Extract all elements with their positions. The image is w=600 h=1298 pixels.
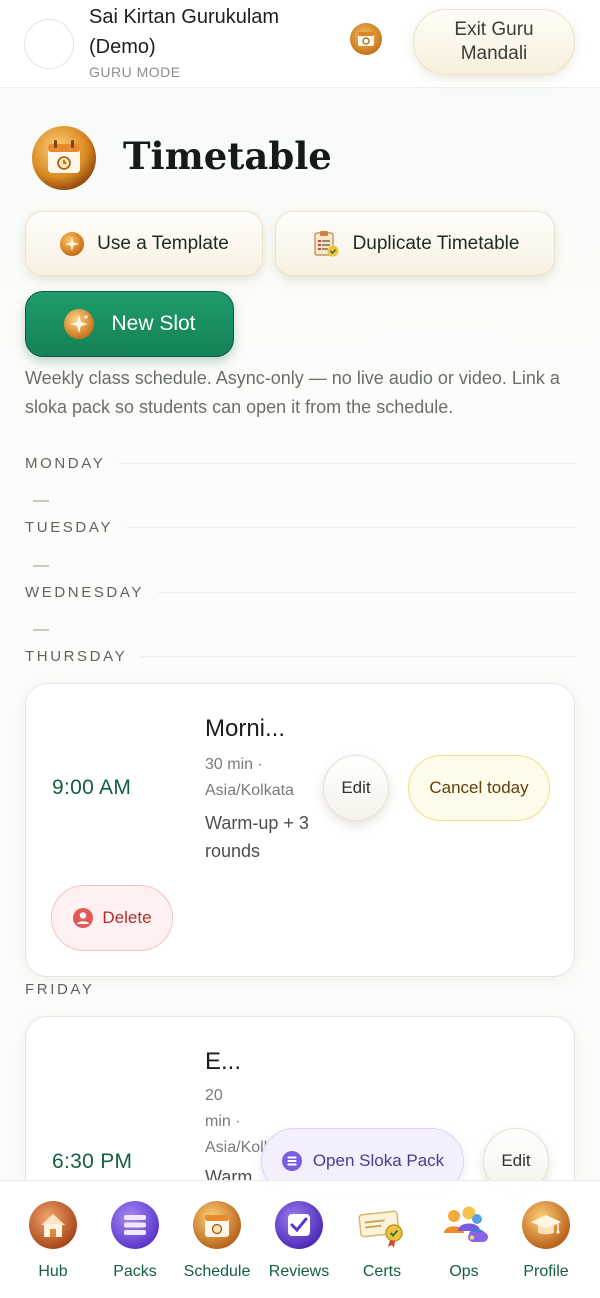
new-slot-button[interactable]: New Slot — [25, 291, 234, 357]
nav-label: Hub — [38, 1263, 68, 1280]
top-header: Sai Kirtan Gurukulam (Demo) GURU MODE Ex… — [0, 0, 600, 88]
slot-duration-unit: min · — [205, 1113, 241, 1130]
slot-time: 9:00 AM — [52, 776, 132, 799]
calendar-icon — [193, 1201, 241, 1249]
bottom-nav: Hub Packs Schedule Reviews Certs Ops Pro… — [0, 1180, 600, 1298]
stack-icon — [111, 1201, 159, 1249]
mode-label: GURU MODE — [89, 64, 181, 80]
nav-profile[interactable]: Profile — [505, 1181, 587, 1298]
empty-day-marker: — — [33, 492, 49, 509]
nav-label: Packs — [113, 1263, 157, 1280]
delete-label: Delete — [102, 908, 152, 927]
user-remove-icon — [73, 908, 94, 928]
calendar-icon[interactable] — [349, 22, 383, 56]
day-label: FRIDAY — [25, 981, 95, 998]
empty-day-marker: — — [33, 557, 49, 574]
page-description: Weekly class schedule. Async-only — no l… — [25, 368, 560, 417]
sparkle-icon — [64, 309, 95, 339]
divider — [141, 656, 575, 657]
delete-slot-button[interactable]: Delete — [51, 885, 173, 951]
day-header-friday: FRIDAY — [25, 981, 575, 998]
slot-card-thursday[interactable]: 9:00 AM Morni... 30 min · Asia/Kolkata W… — [25, 683, 575, 977]
book-stack-icon — [281, 1151, 302, 1171]
open-sloka-pack-label: Open Sloka Pack — [312, 1151, 445, 1170]
slot-title: E... — [205, 1048, 242, 1075]
slot-timezone: Asia/Kolkata — [205, 782, 294, 799]
duplicate-timetable-button[interactable]: Duplicate Timetable — [275, 211, 555, 276]
duplicate-timetable-label: Duplicate Timetable — [352, 232, 520, 254]
clipboard-check-icon — [313, 230, 339, 256]
nav-ops[interactable]: Ops — [423, 1181, 505, 1298]
sparkle-icon — [60, 231, 85, 256]
new-slot-label: New Slot — [111, 312, 196, 335]
slot-title: Morni... — [205, 715, 286, 742]
page-title: Timetable — [123, 134, 332, 178]
people-icon — [444, 1206, 488, 1242]
nav-label: Ops — [449, 1263, 479, 1280]
avatar[interactable] — [24, 19, 74, 69]
slot-timezone: Asia/Kolkata — [205, 1139, 267, 1156]
calendar-icon — [32, 126, 96, 190]
use-template-button[interactable]: Use a Template — [25, 211, 263, 276]
day-label: WEDNESDAY — [25, 584, 144, 601]
empty-day-marker: — — [33, 621, 49, 638]
nav-reviews[interactable]: Reviews — [258, 1181, 340, 1298]
use-template-label: Use a Template — [97, 232, 229, 254]
exit-guru-mandali-button[interactable]: Exit Guru Mandali — [413, 9, 575, 75]
certificate-icon — [358, 1210, 403, 1248]
check-icon — [275, 1201, 323, 1249]
day-label: MONDAY — [25, 455, 106, 472]
edit-slot-button[interactable]: Edit — [323, 755, 389, 821]
org-name: Sai Kirtan Gurukulam (Demo) — [89, 6, 280, 58]
slot-duration: 30 min · — [205, 756, 263, 773]
slot-notes: Warm-up + 3 rounds — [205, 813, 309, 861]
app-screen: Sai Kirtan Gurukulam (Demo) GURU MODE Ex… — [0, 0, 600, 1298]
day-header-tuesday: TUESDAY — [25, 519, 575, 536]
slot-duration: 20 — [205, 1087, 223, 1104]
divider — [157, 592, 575, 593]
house-icon — [29, 1201, 77, 1249]
day-label: THURSDAY — [25, 648, 128, 665]
nav-packs[interactable]: Packs — [94, 1181, 176, 1298]
nav-label: Reviews — [268, 1263, 330, 1280]
nav-schedule[interactable]: Schedule — [176, 1181, 258, 1298]
graduation-cap-icon — [522, 1201, 570, 1249]
cancel-today-button[interactable]: Cancel today — [408, 755, 550, 821]
day-header-monday: MONDAY — [25, 455, 575, 472]
divider — [126, 527, 575, 528]
nav-label: Schedule — [183, 1263, 251, 1280]
nav-label: Profile — [523, 1263, 569, 1280]
divider — [119, 463, 575, 464]
nav-certs[interactable]: Certs — [341, 1181, 423, 1298]
slot-time: 6:30 PM — [52, 1150, 133, 1173]
nav-label: Certs — [362, 1263, 402, 1280]
day-header-wednesday: WEDNESDAY — [25, 584, 575, 601]
day-label: TUESDAY — [25, 519, 113, 536]
nav-hub[interactable]: Hub — [12, 1181, 94, 1298]
day-header-thursday: THURSDAY — [25, 648, 575, 665]
